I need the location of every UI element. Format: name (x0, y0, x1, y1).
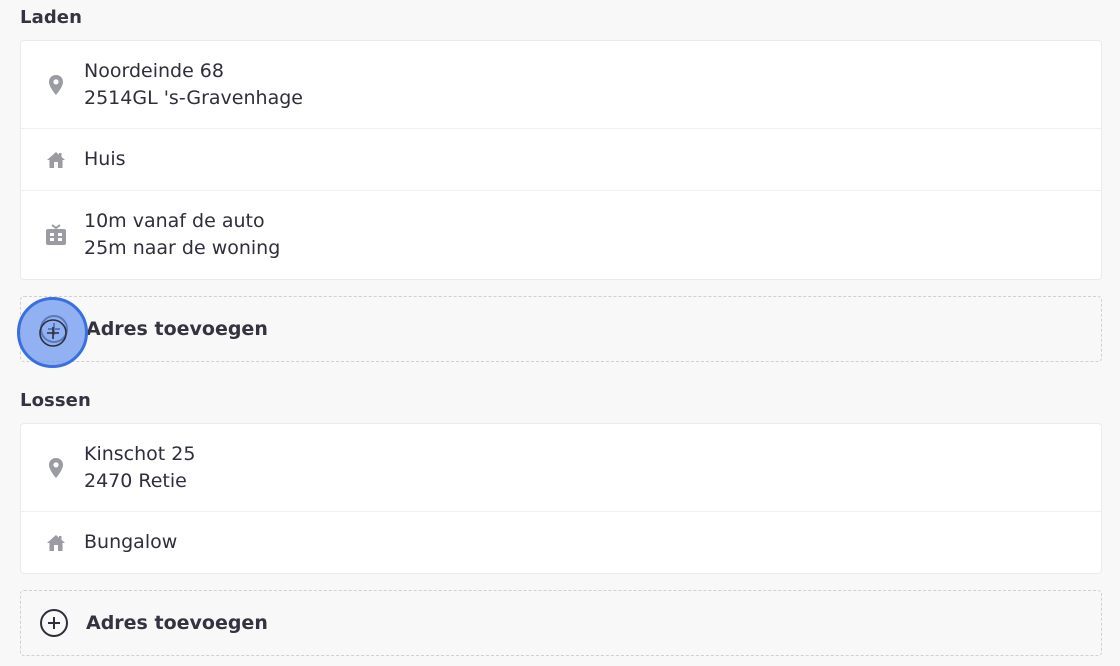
add-address-button-laden[interactable]: Adres toevoegen (20, 296, 1102, 362)
address-street: Kinschot 25 (84, 442, 196, 465)
elevator-icon (45, 224, 67, 246)
location-pin-icon (45, 74, 67, 96)
plus-circle-icon (40, 609, 68, 637)
distance-row[interactable]: 10m vanaf de auto 25m naar de woning (21, 191, 1101, 279)
address-row[interactable]: Noordeinde 68 2514GL 's-Gravenhage (21, 41, 1101, 129)
address-city: 2514GL 's-Gravenhage (84, 86, 303, 109)
add-address-button-lossen[interactable]: Adres toevoegen (20, 590, 1102, 656)
house-type-row[interactable]: Bungalow (21, 512, 1101, 573)
address-row[interactable]: Kinschot 25 2470 Retie (21, 424, 1101, 512)
house-type-label: Huis (84, 148, 126, 170)
add-address-label: Adres toevoegen (86, 318, 268, 340)
house-icon (45, 149, 67, 171)
house-type-row[interactable]: Huis (21, 129, 1101, 191)
address-card-laden: Noordeinde 68 2514GL 's-Gravenhage Huis … (20, 40, 1102, 280)
distance-to-home: 25m naar de woning (84, 237, 281, 259)
click-indicator (17, 297, 88, 368)
address-city: 2470 Retie (84, 469, 187, 492)
plus-circle-icon (38, 318, 67, 347)
distance-from-car: 10m vanaf de auto (84, 210, 265, 232)
section-title-laden: Laden (20, 7, 83, 28)
section-title-lossen: Lossen (20, 390, 91, 411)
house-type-label: Bungalow (84, 531, 178, 553)
address-card-lossen: Kinschot 25 2470 Retie Bungalow (20, 423, 1102, 574)
address-street: Noordeinde 68 (84, 59, 224, 82)
location-pin-icon (45, 457, 67, 479)
house-icon (45, 532, 67, 554)
add-address-label: Adres toevoegen (86, 612, 268, 634)
